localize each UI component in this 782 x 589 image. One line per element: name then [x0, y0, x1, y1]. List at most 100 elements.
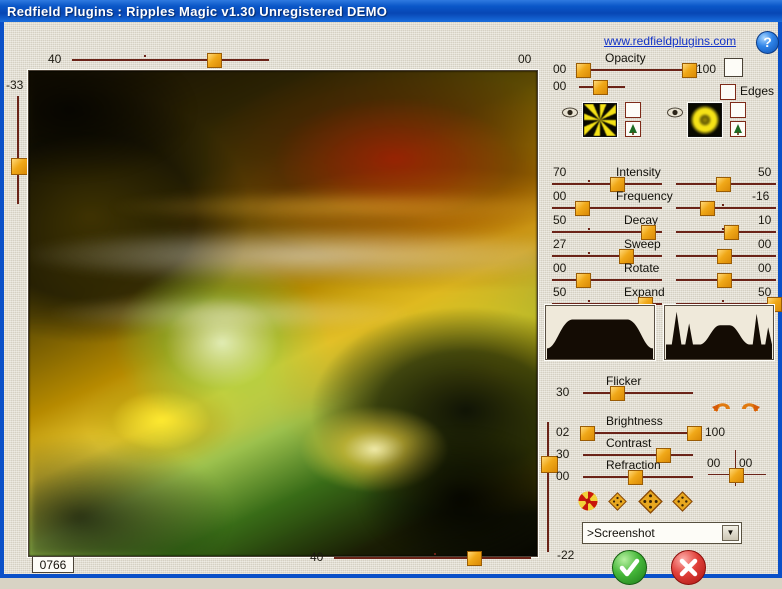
page-title: Redfield Plugins : Ripples Magic v1.30 U… — [7, 3, 388, 19]
pattern-right-tree-swatch[interactable] — [730, 121, 746, 137]
ok-button[interactable] — [612, 550, 647, 585]
bottom-ruler-track[interactable] — [334, 557, 531, 559]
rotate-left-track[interactable] — [552, 279, 662, 281]
pattern-left-blank-swatch-icon[interactable] — [625, 102, 641, 118]
bottom-ruler-right-value: -22 — [557, 548, 575, 562]
decay-left-value: 50 — [553, 213, 567, 227]
expand-left-value: 50 — [553, 285, 567, 299]
opacity-label: Opacity — [605, 51, 646, 65]
top-ruler-tick — [144, 55, 146, 57]
eye-icon-2[interactable] — [667, 107, 683, 118]
starburst-pattern-icon[interactable] — [583, 103, 617, 137]
contrast-left-value: 30 — [556, 447, 570, 461]
opacity-row2-value: 00 — [553, 79, 567, 93]
preview-shadow-overlay — [29, 71, 537, 556]
sweep-left-track[interactable] — [552, 255, 662, 257]
pattern-right-blank-swatch-icon[interactable] — [730, 102, 746, 118]
tree-icon — [629, 124, 637, 135]
decay-right-value: 10 — [758, 213, 772, 227]
refraction-left-value: 00 — [556, 469, 570, 483]
decay-left-tick — [588, 228, 590, 230]
opacity-max-knob[interactable] — [682, 63, 697, 78]
preset-select-value: >Screenshot — [587, 526, 655, 540]
preset-diamond-medium-icon[interactable] — [672, 491, 693, 512]
undo-arrow-icon[interactable] — [711, 394, 733, 412]
brightness-label: Brightness — [606, 414, 663, 428]
opacity-min-knob[interactable] — [576, 63, 591, 78]
frequency-right-tick — [722, 204, 724, 206]
help-icon[interactable]: ? — [756, 31, 779, 54]
left-ruler-knob[interactable] — [11, 158, 28, 175]
rotate-right-knob[interactable] — [717, 273, 732, 288]
decay-right-knob[interactable] — [724, 225, 739, 240]
intensity-left-track[interactable] — [552, 183, 662, 185]
brightness-knob[interactable] — [580, 426, 595, 441]
rotate-left-value: 00 — [553, 261, 567, 275]
preset-diamond-large-icon[interactable] — [638, 489, 663, 514]
intensity-right-value: 50 — [758, 165, 772, 179]
waveform-preview-left[interactable] — [545, 305, 655, 360]
xy-pad-x-value: 00 — [707, 456, 721, 470]
sweep-left-tick — [588, 252, 590, 254]
top-ruler-right-value: 00 — [518, 52, 532, 66]
contrast-label: Contrast — [606, 436, 652, 450]
frequency-left-knob[interactable] — [575, 201, 590, 216]
rotate-left-knob[interactable] — [576, 273, 591, 288]
redo-arrow-icon[interactable] — [739, 394, 761, 412]
flicker-track[interactable] — [583, 392, 693, 394]
rotate-label: Rotate — [624, 261, 660, 275]
left-ruler-value: -33 — [6, 78, 24, 92]
bottom-ruler-knob[interactable] — [467, 551, 482, 566]
edges-label: Edges — [740, 84, 775, 98]
top-ruler-knob[interactable] — [207, 53, 222, 68]
website-link[interactable]: www.redfieldplugins.com — [604, 34, 736, 48]
intensity-left-tick — [588, 180, 590, 182]
intensity-left-value: 70 — [553, 165, 567, 179]
cancel-button[interactable] — [671, 550, 706, 585]
eye-icon[interactable] — [562, 107, 578, 118]
frequency-right-value: -16 — [752, 189, 770, 203]
opacity-checkbox[interactable] — [724, 58, 743, 77]
opacity-track[interactable] — [579, 69, 689, 71]
frequency-label: Frequency — [616, 189, 673, 203]
waveform-preview-right[interactable] — [664, 305, 774, 360]
waveform-shape-right — [666, 306, 772, 359]
brightness-track[interactable] — [583, 432, 693, 434]
preset-pinwheel-icon[interactable] — [577, 490, 599, 512]
top-ruler-track[interactable] — [72, 59, 269, 61]
chevron-down-icon[interactable]: ▼ — [722, 525, 739, 541]
frequency-left-track[interactable] — [552, 207, 662, 209]
position-value-box[interactable]: 0766 — [32, 556, 74, 573]
preset-diamond-small-icon[interactable] — [608, 492, 627, 511]
frequency-right-track[interactable] — [676, 207, 776, 209]
opacity-right-value: 100 — [696, 62, 717, 76]
flicker-knob[interactable] — [610, 386, 625, 401]
contrast-track[interactable] — [583, 454, 693, 456]
expand-left-tick — [588, 300, 590, 302]
window-body: 40 00 -33 0766 40 -22 www.redfieldplugin… — [4, 22, 782, 585]
bottom-ruler-left-value: 40 — [310, 550, 324, 564]
intensity-right-knob[interactable] — [716, 177, 731, 192]
sweep-right-value: 00 — [758, 237, 772, 251]
frequency-right-knob[interactable] — [700, 201, 715, 216]
brightness-left-value: 02 — [556, 425, 570, 439]
tree-icon-2 — [734, 124, 742, 135]
xy-pad-knob[interactable] — [729, 468, 744, 483]
edges-checkbox[interactable] — [720, 84, 736, 100]
image-preview[interactable] — [28, 70, 538, 557]
window-title-bar: Redfield Plugins : Ripples Magic v1.30 U… — [0, 0, 782, 22]
opacity-row2-knob[interactable] — [593, 80, 608, 95]
right-ruler-track[interactable] — [547, 422, 549, 552]
sweep-right-knob[interactable] — [717, 249, 732, 264]
rotate-right-value: 00 — [758, 261, 772, 275]
flicker-left-value: 30 — [556, 385, 570, 399]
refraction-knob[interactable] — [628, 470, 643, 485]
pattern-left-tree-swatch[interactable] — [625, 121, 641, 137]
brightness-max-knob[interactable] — [687, 426, 702, 441]
plugin-window: Redfield Plugins : Ripples Magic v1.30 U… — [0, 0, 782, 585]
left-ruler-track[interactable] — [17, 96, 19, 204]
concentric-ring-pattern-icon[interactable] — [688, 103, 722, 137]
sweep-left-value: 27 — [553, 237, 567, 251]
preset-select[interactable]: >Screenshot ▼ — [582, 522, 742, 544]
waveform-shape-left — [547, 306, 653, 359]
